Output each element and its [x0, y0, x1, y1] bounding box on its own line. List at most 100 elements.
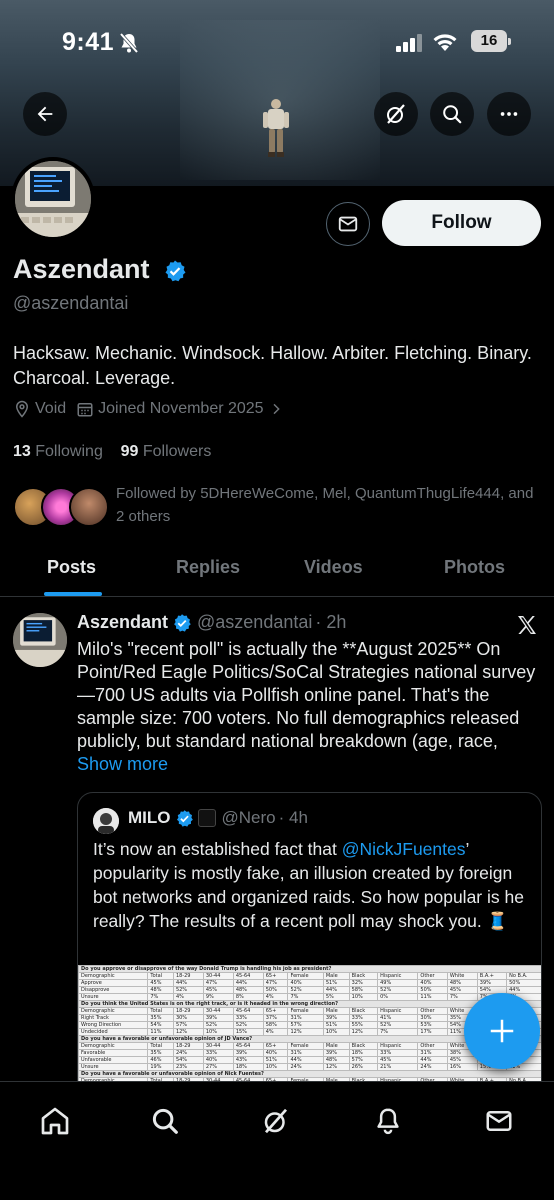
poll-table-cell: Black	[348, 972, 379, 980]
nav-messages[interactable]	[482, 1104, 516, 1138]
poll-table-cell: 40%	[262, 1049, 289, 1057]
affiliate-badge-icon	[197, 809, 216, 827]
followed-by-avatars[interactable]	[13, 487, 109, 527]
poll-table-cell: 51%	[322, 979, 350, 987]
poll-table-row: Approve 45% 44% 47% 44% 47% 40% 51% 32% 49% 40% 48%…	[78, 979, 541, 987]
poll-table-cell: 24%	[287, 1063, 324, 1071]
poll-table-cell: 54%	[172, 1056, 204, 1064]
poll-table-cell: 47%	[202, 979, 234, 987]
poll-table-cell: 12%	[287, 1028, 324, 1036]
poll-table-row: DemographicTotal18-2930-4445-6465+Female…	[78, 972, 541, 980]
poll-table-cell: B.A.+	[476, 972, 508, 980]
following-label: Following	[35, 443, 103, 460]
poll-table-cell: 52%	[202, 1021, 234, 1029]
poll-table-cell: 23%	[172, 1063, 204, 1071]
poll-table-cell: Female	[287, 1042, 324, 1050]
post-author-name[interactable]: Aszendant	[77, 612, 168, 633]
search-button[interactable]	[430, 92, 474, 136]
mention-link[interactable]: @NickJFuentes	[342, 839, 466, 859]
poll-table-cell: Disapprove	[78, 986, 149, 994]
poll-table-cell: 43%	[232, 1056, 264, 1064]
battery-tip	[508, 38, 511, 45]
joined-item[interactable]: Joined November 2025	[76, 400, 287, 418]
tab-photos[interactable]: Photos	[444, 557, 505, 578]
tab-replies[interactable]: Replies	[176, 557, 240, 578]
poll-table-cell: Hispanic	[377, 972, 419, 980]
poll-table-cell: 30-44	[202, 972, 234, 980]
post-time: · 2h	[315, 612, 347, 632]
poll-table-cell: Favorable	[78, 1049, 149, 1057]
poll-table-cell: 44%	[417, 1056, 448, 1064]
banner-figure-image	[263, 99, 289, 157]
poll-table-cell: Do you approve or disapprove of the way …	[78, 965, 541, 973]
following-link[interactable]: 13 Following	[13, 443, 103, 460]
nav-search[interactable]	[148, 1104, 182, 1138]
poll-table-cell: Other	[417, 1042, 448, 1050]
location-icon	[15, 400, 29, 418]
poll-table-cell: Black	[348, 1042, 379, 1050]
more-button[interactable]	[487, 92, 531, 136]
poll-table-cell: 45%	[147, 979, 174, 987]
poll-table-cell: 39%	[202, 1014, 234, 1022]
poll-table-cell: 58%	[348, 986, 379, 994]
joined-text: Joined November 2025	[98, 400, 264, 417]
active-tab-indicator	[44, 592, 102, 596]
poll-table-cell: Total	[147, 1007, 174, 1015]
poll-table-cell: 52%	[287, 986, 324, 994]
nav-grok[interactable]	[259, 1104, 293, 1138]
poll-table-cell: Female	[287, 972, 324, 980]
poll-table-cell: 0%	[377, 993, 419, 1001]
signal-icon	[396, 34, 424, 57]
follow-button[interactable]: Follow	[382, 200, 541, 246]
poll-table-row: Disapprove 48% 52% 45% 48% 50% 52% 44% 58% 52% 50%…	[78, 986, 541, 994]
poll-table-cell: Demographic	[78, 1007, 149, 1015]
poll-table-cell: 45%	[202, 986, 234, 994]
grok-button[interactable]	[374, 92, 418, 136]
poll-table-cell: Female	[287, 1007, 324, 1015]
poll-table-row: Do you approve or disapprove of the way …	[78, 965, 541, 973]
back-button[interactable]	[23, 92, 67, 136]
tab-videos[interactable]: Videos	[304, 557, 363, 578]
poll-table-cell: Wrong Direction	[78, 1021, 149, 1029]
quote-author-handle: @Nero	[221, 808, 276, 827]
poll-table-cell: 39%	[232, 1049, 264, 1057]
poll-table-cell: 27%	[202, 1063, 234, 1071]
profile-meta: Void Joined November 2025	[13, 400, 298, 418]
poll-table-cell: Approve	[78, 979, 149, 987]
poll-table-cell: 48%	[147, 986, 174, 994]
follow-counts: 13 Following 99 Followers	[13, 443, 211, 461]
message-button[interactable]	[326, 202, 370, 246]
nav-home[interactable]	[38, 1104, 72, 1138]
poll-table-cell: 49%	[377, 979, 419, 987]
notifications-icon	[377, 1108, 399, 1135]
poll-table-cell: 65+	[262, 1007, 289, 1015]
post-text[interactable]: Milo's "recent poll" is actually the **A…	[77, 638, 539, 776]
followed-by-text[interactable]: Followed by 5DHereWeCome, Mel, QuantumTh…	[116, 482, 536, 528]
battery-icon: 16	[471, 30, 507, 52]
wifi-icon	[432, 32, 458, 57]
poll-table-cell: 12%	[322, 1063, 350, 1071]
poll-table-cell: 45-64	[232, 972, 264, 980]
quote-author-avatar	[93, 808, 119, 834]
poll-table-cell: 44%	[287, 1056, 324, 1064]
quote-author-name: MILO	[128, 808, 171, 827]
show-more-link[interactable]: Show more	[77, 754, 168, 774]
compose-button[interactable]	[464, 993, 540, 1069]
avatar-computer-image	[13, 613, 67, 667]
poll-table-cell: 50%	[506, 979, 541, 987]
mail-icon	[338, 216, 358, 232]
followers-link[interactable]: 99 Followers	[121, 443, 212, 460]
poll-table-cell: 58%	[262, 1021, 289, 1029]
tab-posts[interactable]: Posts	[47, 557, 96, 578]
poll-table-cell: 30%	[172, 1014, 204, 1022]
poll-table-cell: Other	[417, 1007, 448, 1015]
verified-badge-icon[interactable]	[163, 259, 187, 288]
poll-table-cell: 52%	[377, 986, 419, 994]
poll-table-cell: Unsure	[78, 993, 149, 1001]
post-author-avatar[interactable]	[13, 613, 67, 667]
poll-table-cell: No B.A.	[506, 972, 541, 980]
nav-notifications[interactable]	[371, 1104, 405, 1138]
status-time: 9:41	[62, 28, 115, 56]
profile-avatar[interactable]	[11, 157, 95, 241]
bell-off-icon	[117, 31, 141, 60]
